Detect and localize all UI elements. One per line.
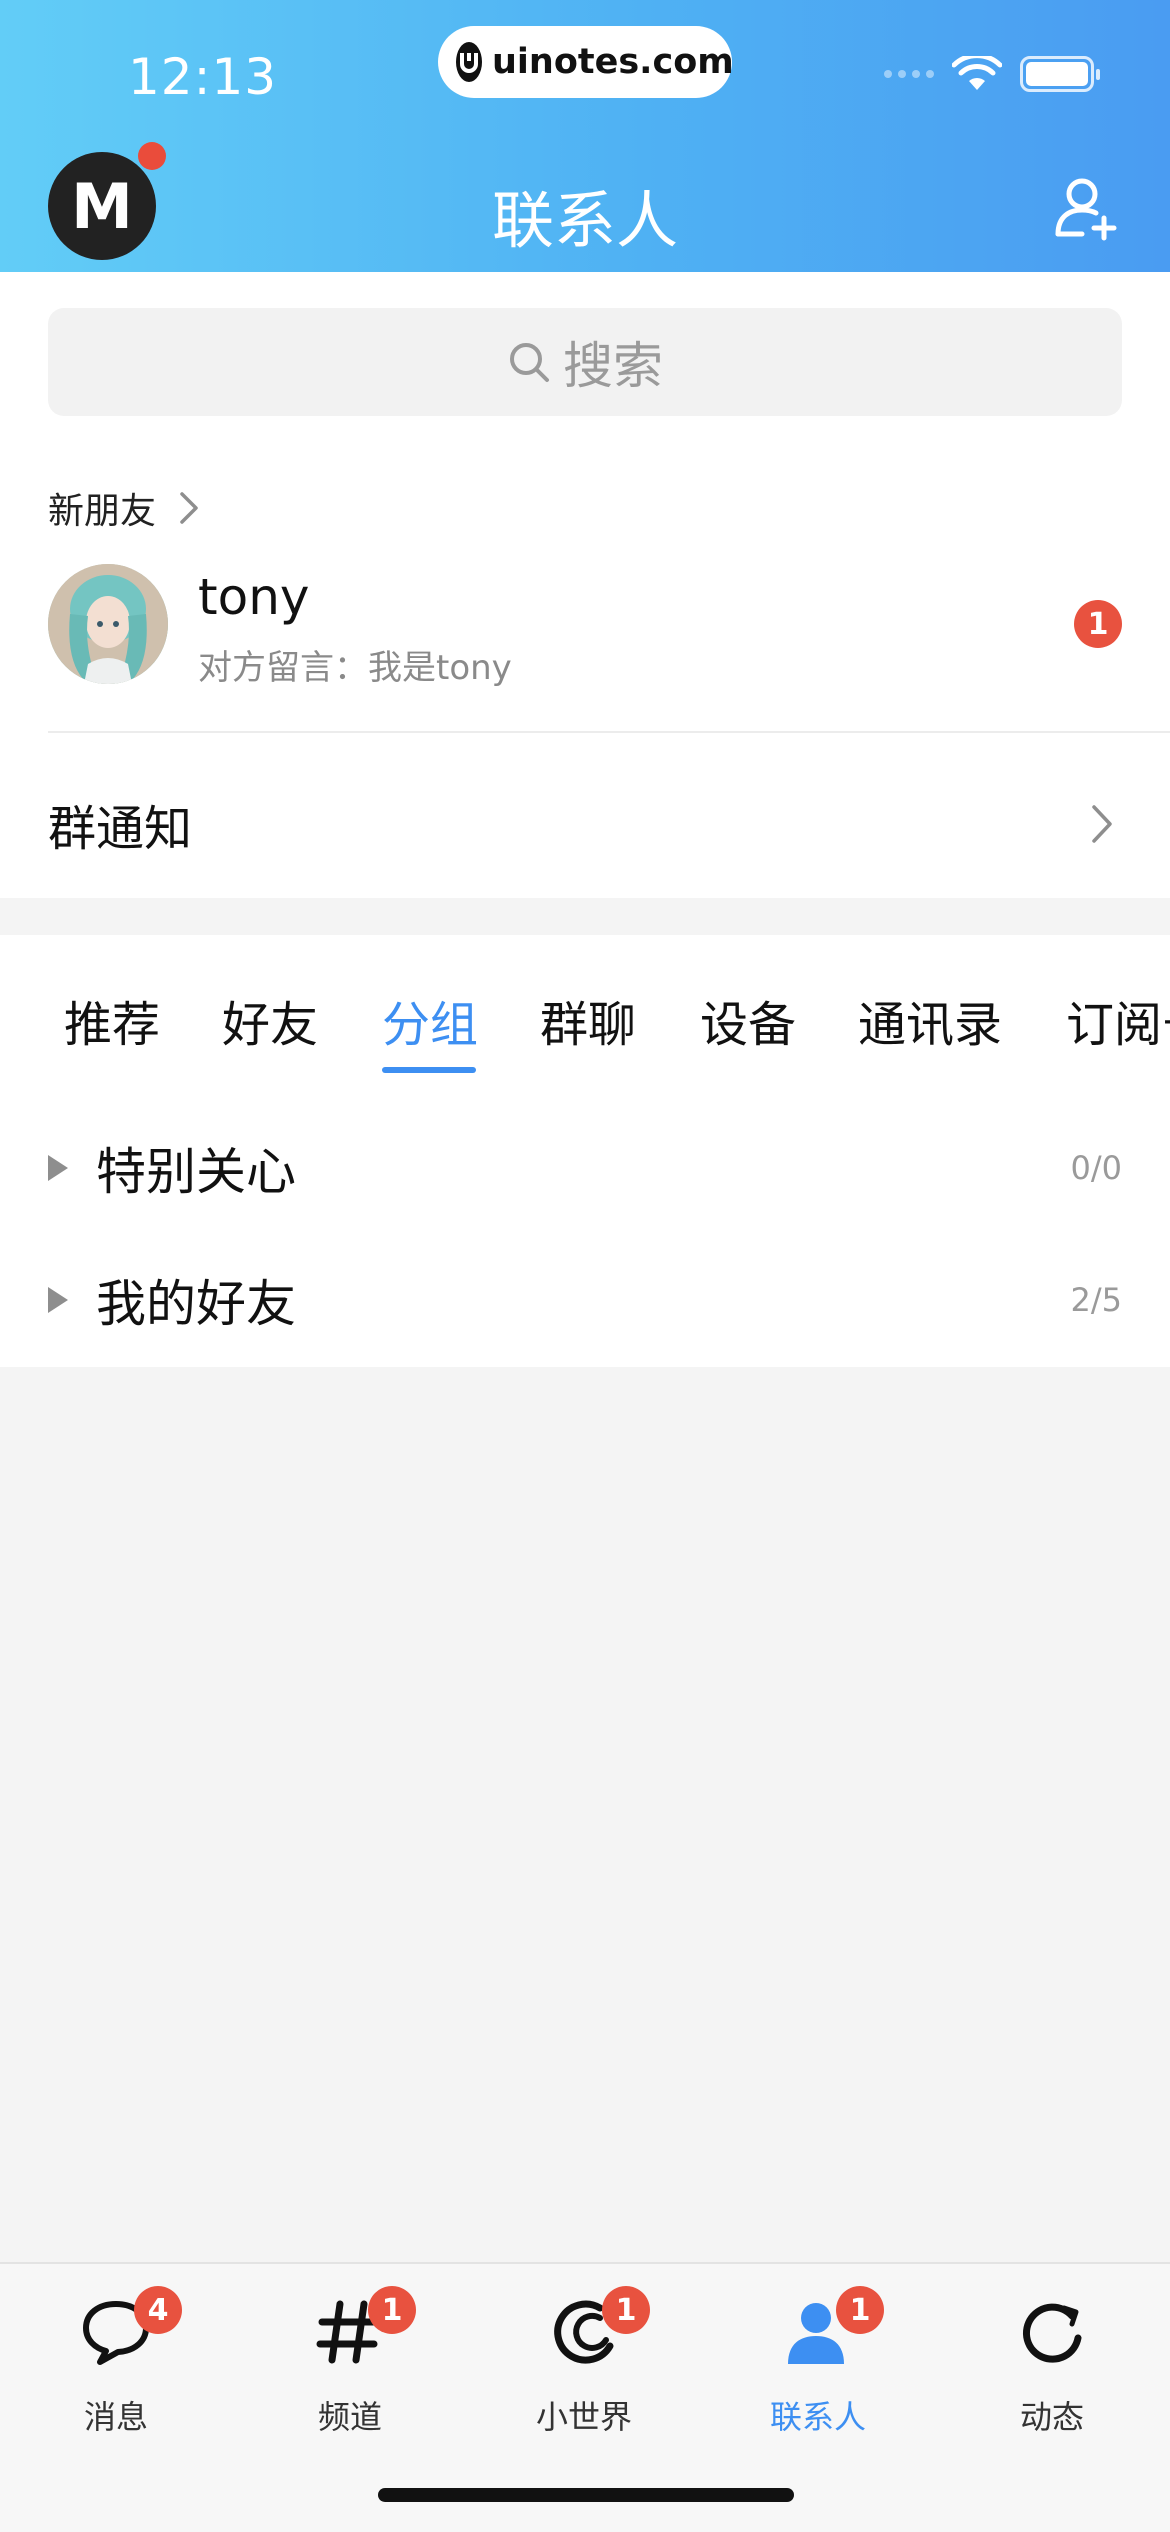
nav-badge: 1 xyxy=(836,2286,884,2334)
home-indicator xyxy=(378,2488,794,2502)
group-label: 我的好友 xyxy=(96,1275,296,1333)
wifi-icon xyxy=(952,56,1002,90)
page-title: 联系人 xyxy=(491,184,678,257)
nav-badge: 1 xyxy=(368,2286,416,2334)
search-icon xyxy=(510,343,549,382)
group-count: 0/0 xyxy=(1070,1149,1123,1187)
expand-triangle-icon xyxy=(48,1287,68,1313)
friend-request-badge: 1 xyxy=(1074,600,1122,648)
header-bar: 12:13 uinotes.com M 联系人 xyxy=(0,0,1170,272)
group-row-special-care[interactable]: 特别关心 0/0 xyxy=(48,1123,1122,1213)
group-label: 特别关心 xyxy=(96,1143,296,1201)
friend-message: 对方留言：我是tony xyxy=(198,648,512,688)
status-time: 12:13 xyxy=(128,48,278,106)
chevron-right-icon xyxy=(180,492,198,524)
tab-friends[interactable]: 好友 xyxy=(222,985,318,1055)
nav-messages[interactable]: 4 消息 xyxy=(26,2286,206,2456)
expand-triangle-icon xyxy=(48,1155,68,1181)
notification-dot xyxy=(138,142,166,170)
contacts-screen: 12:13 uinotes.com M 联系人 搜索 新朋友 tony 对方留言… xyxy=(0,0,1170,2532)
search-placeholder: 搜索 xyxy=(563,337,663,395)
tab-devices[interactable]: 设备 xyxy=(700,985,796,1055)
nav-badge: 1 xyxy=(602,2286,650,2334)
group-row-my-friends[interactable]: 我的好友 2/5 xyxy=(48,1255,1122,1345)
contacts-tabs-section: 推荐 好友 分组 群聊 设备 通讯录 订阅号 特别关心 0/0 我的好友 2/5 xyxy=(0,935,1170,1367)
nav-label: 联系人 xyxy=(769,2398,866,2436)
chevron-right-icon xyxy=(1092,805,1112,843)
tab-group-chats[interactable]: 群聊 xyxy=(540,985,636,1055)
new-friend-request-row[interactable]: tony 对方留言：我是tony 1 xyxy=(48,564,1122,688)
friend-avatar xyxy=(48,564,168,684)
tab-recommend[interactable]: 推荐 xyxy=(64,985,160,1055)
battery-icon xyxy=(1020,56,1100,92)
active-tab-indicator xyxy=(382,1067,476,1073)
nav-badge: 4 xyxy=(134,2286,182,2334)
url-text: uinotes.com xyxy=(492,42,734,82)
refresh-star-icon xyxy=(1022,2303,1082,2363)
tab-bar: 推荐 好友 分组 群聊 设备 通讯录 订阅号 xyxy=(0,985,1170,1075)
nav-small-world[interactable]: 1 小世界 xyxy=(494,2286,674,2456)
nav-channels[interactable]: 1 频道 xyxy=(260,2286,440,2456)
nav-label: 消息 xyxy=(83,2398,148,2436)
uinotes-logo-icon xyxy=(456,42,482,82)
friend-name: tony xyxy=(198,568,310,626)
divider xyxy=(48,731,1170,733)
group-notice-label: 群通知 xyxy=(48,801,193,857)
group-count: 2/5 xyxy=(1070,1281,1123,1319)
nav-label: 频道 xyxy=(317,2398,382,2436)
cellular-signal-icon xyxy=(884,70,934,78)
tab-address-book[interactable]: 通讯录 xyxy=(858,985,1002,1055)
status-indicators xyxy=(884,56,1100,92)
nav-label: 动态 xyxy=(1019,2398,1084,2436)
new-friends-label: 新朋友 xyxy=(48,491,157,532)
group-notice-row[interactable]: 群通知 xyxy=(48,774,1122,874)
search-input[interactable]: 搜索 xyxy=(48,308,1122,416)
add-contact-icon[interactable] xyxy=(1052,172,1122,242)
tab-groups[interactable]: 分组 xyxy=(382,985,478,1055)
nav-feed[interactable]: 动态 xyxy=(962,2286,1142,2456)
nav-label: 小世界 xyxy=(535,2398,632,2436)
nav-contacts[interactable]: 1 联系人 xyxy=(728,2286,908,2456)
url-pill: uinotes.com xyxy=(438,26,734,98)
new-friends-link[interactable]: 新朋友 xyxy=(48,482,208,534)
tab-subscriptions[interactable]: 订阅号 xyxy=(1066,985,1170,1055)
contacts-top-section: 搜索 新朋友 tony 对方留言：我是tony 1 群通知 xyxy=(0,272,1170,898)
